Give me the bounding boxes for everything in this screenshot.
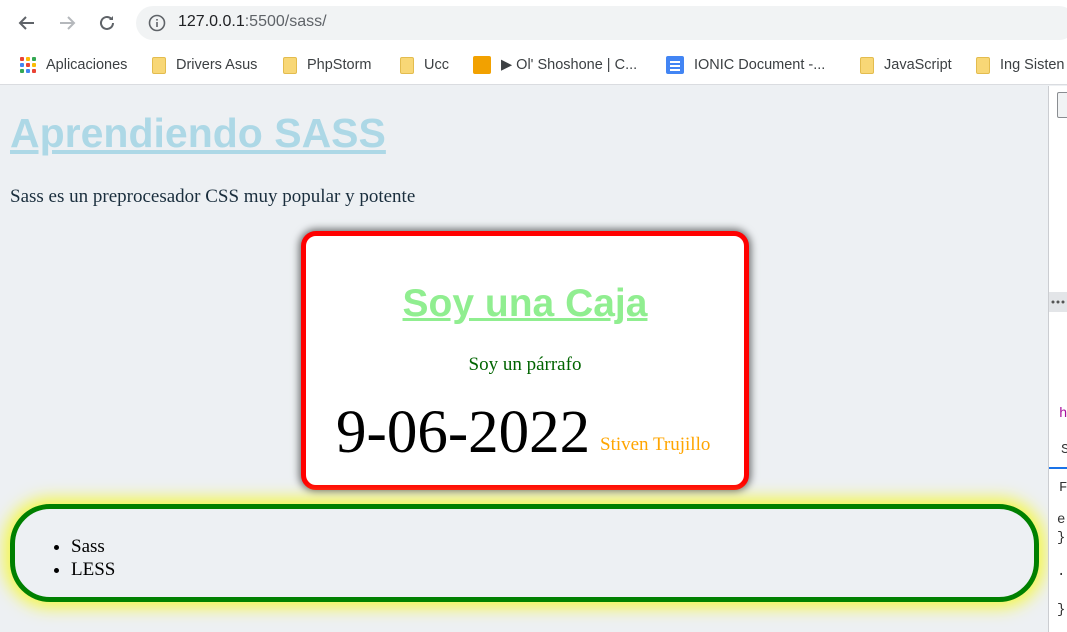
bookmark-label: JavaScript xyxy=(884,57,952,73)
intro-paragraph: Sass es un preprocesador CSS muy popular… xyxy=(10,186,416,207)
bookmark-shoshone[interactable]: ▶ Ol' Shoshone | C... xyxy=(473,53,637,77)
devtools-fragment: } xyxy=(1057,530,1066,546)
bookmark-aplicaciones[interactable]: Aplicaciones xyxy=(20,53,127,77)
devtools-fragment: . xyxy=(1057,564,1066,580)
browser-toolbar: 127.0.0.1:5500/sass/ xyxy=(0,0,1067,45)
forward-button[interactable] xyxy=(52,8,82,38)
bookmark-label: Drivers Asus xyxy=(176,57,258,73)
bookmark-ucc[interactable]: Ucc xyxy=(400,53,449,77)
caja-date: 9-06-2022 xyxy=(336,399,591,466)
bookmark-label: IONIC Document -... xyxy=(694,57,826,73)
url-host: 127.0.0.1 xyxy=(178,13,245,30)
bookmark-label: Aplicaciones xyxy=(46,57,128,73)
bookmark-label: ▶ Ol' Shoshone | C... xyxy=(501,57,638,73)
bookmark-label: Ing Sisten xyxy=(1000,57,1065,73)
caja-title: Soy una Caja xyxy=(402,282,648,325)
back-button[interactable] xyxy=(12,8,42,38)
back-arrow-icon xyxy=(18,16,34,30)
folder-icon xyxy=(976,56,990,74)
url-text: 127.0.0.1:5500/sass/ xyxy=(178,13,327,31)
devtools-panel[interactable]: h S F e } . } xyxy=(1048,86,1067,632)
address-bar[interactable]: 127.0.0.1:5500/sass/ xyxy=(136,6,1067,40)
devtools-fragment[interactable]: S xyxy=(1061,442,1067,458)
forward-arrow-icon xyxy=(60,16,76,30)
devtools-fragment: } xyxy=(1057,602,1066,618)
bookmark-label: Ucc xyxy=(424,57,449,73)
folder-icon xyxy=(860,56,874,74)
caja-paragraph: Soy un párrafo xyxy=(468,354,582,375)
reload-button[interactable] xyxy=(92,8,122,38)
bookmark-drivers-asus[interactable]: Drivers Asus xyxy=(152,53,257,77)
caja-author: Stiven Trujillo xyxy=(600,434,711,455)
folder-icon xyxy=(283,56,297,74)
reload-icon xyxy=(100,15,114,30)
devtools-fragment: e xyxy=(1057,512,1066,528)
bookmark-javascript[interactable]: JavaScript xyxy=(860,53,952,77)
folder-icon xyxy=(152,56,166,74)
list-item: LESS xyxy=(71,558,115,581)
list-item: Sass xyxy=(71,535,115,558)
caja-card: Soy una Caja Soy un párrafo 9-06-2022 St… xyxy=(301,231,749,490)
url-path: :5500/sass/ xyxy=(244,13,327,30)
google-docs-icon xyxy=(666,56,684,74)
devtools-fragment[interactable]: F xyxy=(1059,480,1067,496)
apps-grid-icon xyxy=(20,57,36,73)
folder-icon xyxy=(400,56,414,74)
list-box: Sass LESS xyxy=(10,504,1039,602)
bookmark-label: PhpStorm xyxy=(307,57,372,73)
bookmark-ing-sistemas[interactable]: Ing Sisten xyxy=(976,53,1065,77)
page-viewport: Aprendiendo SASS Sass es un preprocesado… xyxy=(0,86,1048,632)
active-tab-indicator xyxy=(1049,467,1067,469)
bookmark-phpstorm[interactable]: PhpStorm xyxy=(283,53,371,77)
more-options-icon[interactable] xyxy=(1049,292,1067,312)
inspect-icon[interactable] xyxy=(1057,92,1067,118)
devtools-fragment: h xyxy=(1059,406,1067,422)
ellipsis-icon xyxy=(1051,300,1065,304)
bookmark-ionic-document[interactable]: IONIC Document -... xyxy=(666,53,825,77)
youtube-music-icon xyxy=(473,56,491,74)
page-title: Aprendiendo SASS xyxy=(10,110,386,156)
bookmarks-bar: Aplicaciones Drivers Asus PhpStorm Ucc ▶… xyxy=(0,45,1067,85)
preprocessor-list: Sass LESS xyxy=(71,535,115,581)
info-icon[interactable] xyxy=(148,14,166,32)
